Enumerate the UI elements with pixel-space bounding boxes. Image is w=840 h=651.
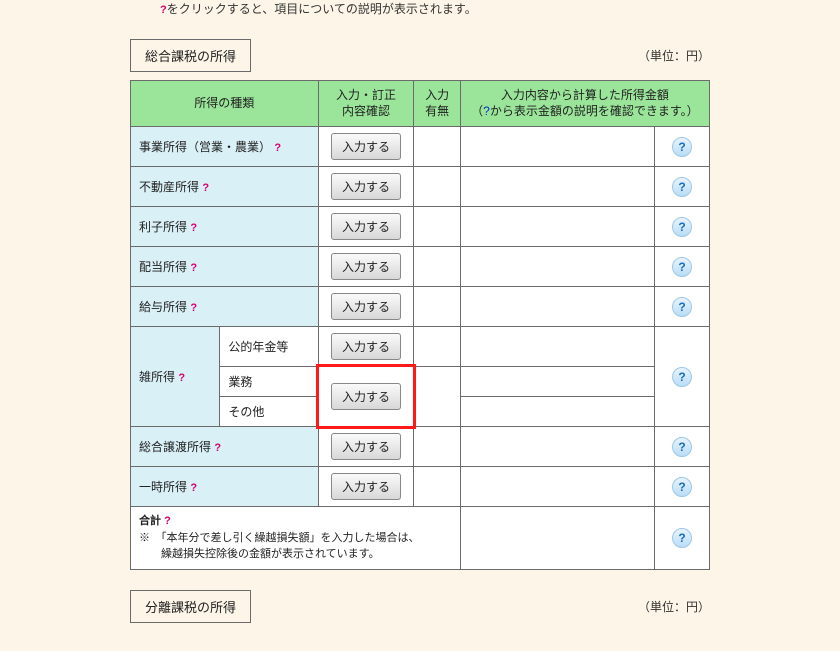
row-business-income: 事業所得（営業・農業） ? [131,127,319,167]
row-transfer-income: 総合譲渡所得 ? [131,427,319,467]
header-calculated-amount: 入力内容から計算した所得金額 （?から表示金額の説明を確認できます。） [460,80,709,127]
row-realestate-income: 不動産所得 ? [131,167,319,207]
header-income-type: 所得の種類 [131,80,319,127]
header-input-flag: 入力 有無 [414,80,460,127]
highlighted-input-cell: 入力する [318,367,414,427]
input-button-pension[interactable]: 入力する [331,333,401,360]
question-mark-icon[interactable]: ? [178,372,185,384]
question-mark-icon: ? [160,2,167,19]
help-icon[interactable]: ? [672,477,692,497]
question-mark-icon[interactable]: ? [274,142,281,154]
unit-label: （単位：円） [638,47,710,64]
question-mark-icon[interactable]: ? [202,182,209,194]
row-misc-business: 業務 [220,367,318,397]
input-button-occasional[interactable]: 入力する [331,473,401,500]
intro-text: ?をクリックすると、項目についての説明が表示されます。 [0,0,840,19]
header-help-link[interactable]: ? [483,104,490,118]
help-icon[interactable]: ? [672,528,692,548]
unit-label: （単位：円） [638,598,710,615]
help-icon[interactable]: ? [672,437,692,457]
row-occasional-income: 一時所得 ? [131,467,319,507]
question-mark-icon[interactable]: ? [164,513,171,530]
help-icon[interactable]: ? [672,217,692,237]
input-button-transfer[interactable]: 入力する [331,433,401,460]
input-button-realestate[interactable]: 入力する [331,173,401,200]
question-mark-icon[interactable]: ? [190,222,197,234]
question-mark-icon[interactable]: ? [190,302,197,314]
row-misc-pension: 公的年金等 [220,327,318,367]
input-button-interest[interactable]: 入力する [331,213,401,240]
header-input-confirm: 入力・訂正 内容確認 [318,80,414,127]
input-button-business[interactable]: 入力する [331,133,401,160]
section-title-separate: 分離課税の所得 [130,590,251,623]
row-interest-income: 利子所得 ? [131,207,319,247]
section-title-comprehensive: 総合課税の所得 [130,39,251,72]
row-dividend-income: 配当所得 ? [131,247,319,287]
input-button-misc-business[interactable]: 入力する [331,383,401,410]
help-icon[interactable]: ? [672,137,692,157]
question-mark-icon[interactable]: ? [190,482,197,494]
row-misc-income: 雑所得 ? [131,327,220,427]
question-mark-icon[interactable]: ? [190,262,197,274]
income-table: 所得の種類 入力・訂正 内容確認 入力 有無 入力内容から計算した所得金額 （?… [130,80,710,570]
input-button-dividend[interactable]: 入力する [331,253,401,280]
help-icon[interactable]: ? [672,367,692,387]
question-mark-icon[interactable]: ? [214,442,221,454]
row-misc-other: その他 [220,397,318,427]
help-icon[interactable]: ? [672,257,692,277]
help-icon[interactable]: ? [672,297,692,317]
input-button-salary[interactable]: 入力する [331,293,401,320]
row-salary-income: 給与所得 ? [131,287,319,327]
help-icon[interactable]: ? [672,177,692,197]
